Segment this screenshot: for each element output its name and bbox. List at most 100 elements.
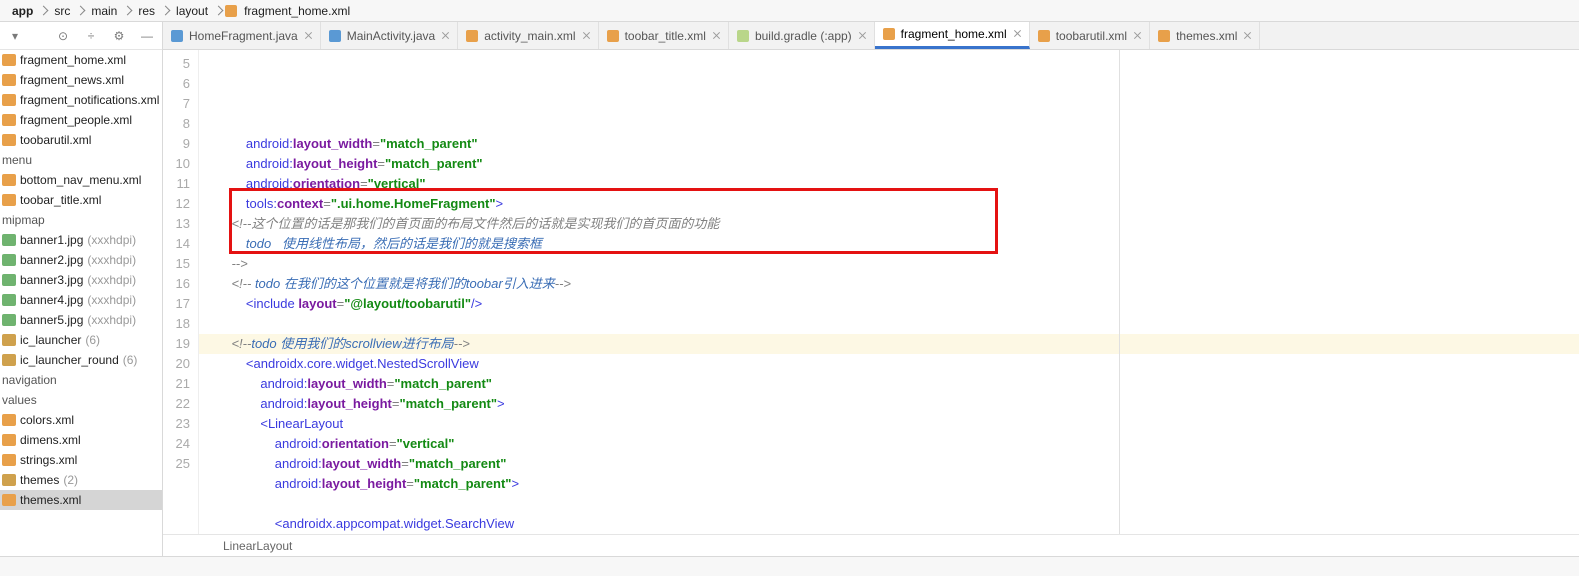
tree-item[interactable]: ic_launcher_round (6)	[0, 350, 162, 370]
tree-item-label: navigation	[2, 373, 57, 387]
close-icon[interactable]	[712, 32, 720, 40]
tree-item-hint: (6)	[123, 353, 138, 367]
chevron-down-icon[interactable]: ▾	[8, 29, 22, 43]
editor-tab[interactable]: toobarutil.xml	[1030, 22, 1150, 49]
close-icon[interactable]	[858, 32, 866, 40]
code-line: tools:context=".ui.home.HomeFragment">	[199, 194, 1579, 214]
tree-item-label: banner5.jpg	[20, 313, 83, 327]
breadcrumb-item[interactable]: src	[50, 4, 74, 18]
tree-item[interactable]: fragment_notifications.xml	[0, 90, 162, 110]
xml-icon	[2, 54, 16, 66]
tree-item[interactable]: fragment_news.xml	[0, 70, 162, 90]
tree-item[interactable]: banner2.jpg(xxxhdpi)	[0, 250, 162, 270]
gradle-file-icon	[737, 30, 749, 42]
editor-tab[interactable]: HomeFragment.java	[163, 22, 321, 49]
chevron-right-icon	[214, 6, 224, 16]
close-icon[interactable]	[1243, 32, 1251, 40]
tab-label: build.gradle (:app)	[755, 29, 852, 43]
tab-label: activity_main.xml	[484, 29, 575, 43]
code-area[interactable]: 5678910111213141516171819202122232425 an…	[163, 50, 1579, 534]
code-line	[199, 494, 1579, 514]
tree-item-label: fragment_news.xml	[20, 73, 124, 87]
folder-icon	[2, 354, 16, 366]
tree-item[interactable]: toobarutil.xml	[0, 130, 162, 150]
tree-item[interactable]: colors.xml	[0, 410, 162, 430]
chevron-right-icon	[123, 6, 133, 16]
editor-tab[interactable]: MainActivity.java	[321, 22, 458, 49]
tree-item[interactable]: banner1.jpg (xxxhdpi)	[0, 230, 162, 250]
tree-item-label: values	[2, 393, 37, 407]
tree-item-hint: (xxxhdpi)	[87, 233, 136, 247]
editor-tab[interactable]: themes.xml	[1150, 22, 1260, 49]
tree-item-label: themes.xml	[20, 493, 81, 507]
tree-item[interactable]: fragment_people.xml	[0, 110, 162, 130]
close-icon[interactable]	[582, 32, 590, 40]
editor-tab[interactable]: build.gradle (:app)	[729, 22, 875, 49]
tree-item-label: menu	[2, 153, 32, 167]
tree-item-label: fragment_home.xml	[20, 53, 126, 67]
breadcrumb-item[interactable]: layout	[172, 4, 212, 18]
breadcrumb-item[interactable]: app	[8, 4, 37, 18]
folder-icon	[2, 334, 16, 346]
close-icon[interactable]	[304, 32, 312, 40]
tree-item[interactable]: ic_launcher(6)	[0, 330, 162, 350]
project-tree[interactable]: fragment_home.xml fragment_news.xmlfragme…	[0, 50, 162, 556]
code-line: todo 使用线性布局，然后的话是我们的就是搜索框	[199, 234, 1579, 254]
breadcrumb: app src main res layout fragment_home.xm…	[0, 0, 1579, 22]
xml-icon	[2, 434, 16, 446]
xml-icon	[2, 414, 16, 426]
tree-item[interactable]: menu	[0, 150, 162, 170]
tree-item[interactable]: navigation	[0, 370, 162, 390]
hide-icon[interactable]: —	[140, 29, 154, 43]
code-line: android:layout_width="match_parent"	[199, 454, 1579, 474]
gear-icon[interactable]: ⚙	[112, 29, 126, 43]
tree-item-label: ic_launcher_round	[20, 353, 119, 367]
line-gutter: 5678910111213141516171819202122232425	[163, 50, 199, 534]
chevron-right-icon	[39, 6, 49, 16]
tree-item-label: toobarutil.xml	[20, 133, 91, 147]
status-bar	[0, 556, 1579, 576]
tab-label: themes.xml	[1176, 29, 1237, 43]
tree-item-label: dimens.xml	[20, 433, 81, 447]
code-line: android:layout_width="match_parent"	[199, 374, 1579, 394]
tree-item-hint: (6)	[85, 333, 100, 347]
editor-tab[interactable]: activity_main.xml	[458, 22, 598, 49]
select-opened-icon[interactable]: ⊙	[56, 29, 70, 43]
tree-item[interactable]: strings.xml	[0, 450, 162, 470]
tree-item[interactable]: bottom_nav_menu.xml	[0, 170, 162, 190]
editor-tab[interactable]: fragment_home.xml	[875, 22, 1030, 49]
close-icon[interactable]	[1133, 32, 1141, 40]
code-line: android:orientation="vertical"	[199, 174, 1579, 194]
tree-item-label: fragment_notifications.xml	[20, 93, 159, 107]
code-line: android:orientation="vertical"	[199, 434, 1579, 454]
xml-file-icon	[466, 30, 478, 42]
c-file-icon	[329, 30, 341, 42]
close-icon[interactable]	[441, 32, 449, 40]
code-content[interactable]: android:layout_width="match_parent" andr…	[199, 50, 1579, 534]
tree-item[interactable]: mipmap	[0, 210, 162, 230]
breadcrumb-item[interactable]: res	[134, 4, 159, 18]
tree-item[interactable]: values	[0, 390, 162, 410]
tree-item-hint: (2)	[63, 473, 78, 487]
tree-item[interactable]: banner3.jpg(xxxhdpi)	[0, 270, 162, 290]
chevron-right-icon	[161, 6, 171, 16]
tree-item[interactable]: themes.xml	[0, 490, 162, 510]
editor-breadcrumb[interactable]: LinearLayout	[163, 534, 1579, 556]
xml-file-icon	[225, 5, 237, 17]
editor-panel: HomeFragment.javaMainActivity.java activi…	[163, 22, 1579, 556]
breadcrumb-item[interactable]: main	[87, 4, 121, 18]
xml-icon	[2, 454, 16, 466]
close-icon[interactable]	[1013, 30, 1021, 38]
editor-tab[interactable]: toobar_title.xml	[599, 22, 729, 49]
tree-item[interactable]: banner4.jpg(xxxhdpi)	[0, 290, 162, 310]
tree-item-label: banner1.jpg	[20, 233, 83, 247]
divide-icon[interactable]: ÷	[84, 29, 98, 43]
tree-item[interactable]: dimens.xml	[0, 430, 162, 450]
tree-item[interactable]: toobar_title.xml	[0, 190, 162, 210]
breadcrumb-item[interactable]: fragment_home.xml	[240, 4, 354, 18]
tree-item[interactable]: banner5.jpg(xxxhdpi)	[0, 310, 162, 330]
tree-item-hint: (xxxhdpi)	[87, 273, 136, 287]
tree-item[interactable]: themes(2)	[0, 470, 162, 490]
tree-item[interactable]: fragment_home.xml	[0, 50, 162, 70]
xml-icon	[2, 194, 16, 206]
